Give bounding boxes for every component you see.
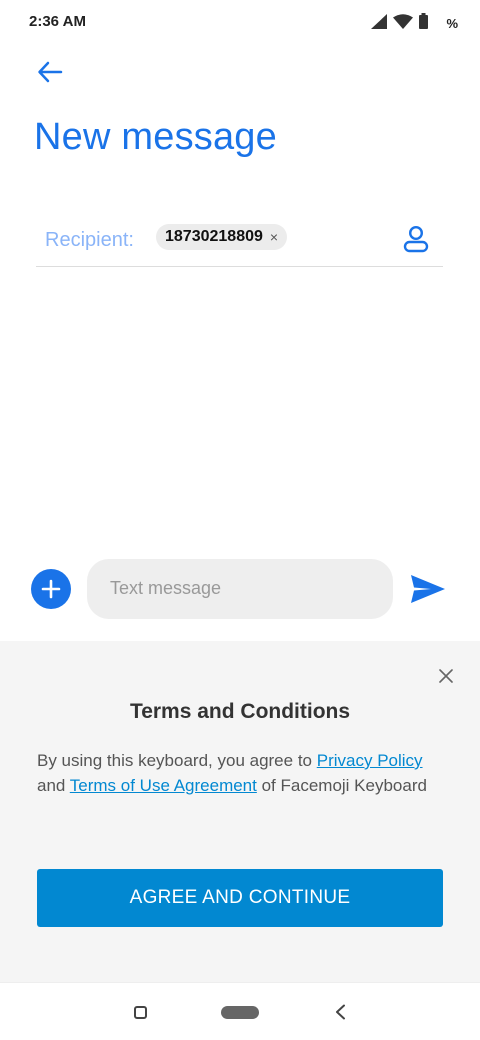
person-icon <box>403 225 429 253</box>
battery-icon <box>419 13 429 34</box>
recipient-row[interactable]: Recipient: 18730218809 × <box>36 214 443 267</box>
terms-close-button[interactable] <box>436 666 456 686</box>
terms-panel: Terms and Conditions By using this keybo… <box>0 641 480 982</box>
send-icon <box>411 575 445 603</box>
status-time: 2:36 AM <box>29 13 86 30</box>
page-title: New message <box>34 116 277 158</box>
recipient-chip-number: 18730218809 <box>165 228 263 245</box>
arrow-left-icon <box>38 61 63 83</box>
privacy-policy-link[interactable]: Privacy Policy <box>317 751 423 770</box>
status-bar: 2:36 AM % <box>0 0 480 44</box>
recipient-label: Recipient: <box>45 229 134 251</box>
message-input-box[interactable] <box>87 559 393 619</box>
battery-percent: % <box>446 16 458 31</box>
recent-apps-icon[interactable] <box>134 1006 147 1019</box>
home-icon[interactable] <box>221 1006 259 1019</box>
send-button[interactable] <box>409 573 447 605</box>
terms-body-suffix: of Facemoji Keyboard <box>256 775 427 795</box>
close-icon <box>439 669 453 683</box>
screen: 2:36 AM % New message Recipient: 1873021… <box>0 0 480 1040</box>
status-icons: % <box>371 13 458 34</box>
recipient-chip[interactable]: 18730218809 × <box>156 224 288 250</box>
back-button[interactable] <box>32 56 68 88</box>
nav-bar <box>0 982 480 1040</box>
message-input[interactable] <box>110 578 380 599</box>
signal-icon <box>371 13 388 34</box>
agree-and-continue-button[interactable]: AGREE AND CONTINUE <box>37 869 443 927</box>
back-icon[interactable] <box>332 1003 348 1021</box>
terms-title: Terms and Conditions <box>129 700 351 723</box>
terms-of-use-link[interactable]: Terms of Use Agreement <box>70 776 257 795</box>
add-attachment-button[interactable] <box>31 569 71 609</box>
wifi-icon <box>393 13 414 34</box>
contact-picker-button[interactable] <box>401 224 431 254</box>
terms-body-middle: and <box>37 775 70 795</box>
terms-body: By using this keyboard, you agree to Pri… <box>37 749 443 798</box>
plus-icon <box>41 579 61 599</box>
terms-body-prefix: By using this keyboard, you agree to <box>37 751 317 770</box>
chip-remove-icon[interactable]: × <box>270 230 278 244</box>
